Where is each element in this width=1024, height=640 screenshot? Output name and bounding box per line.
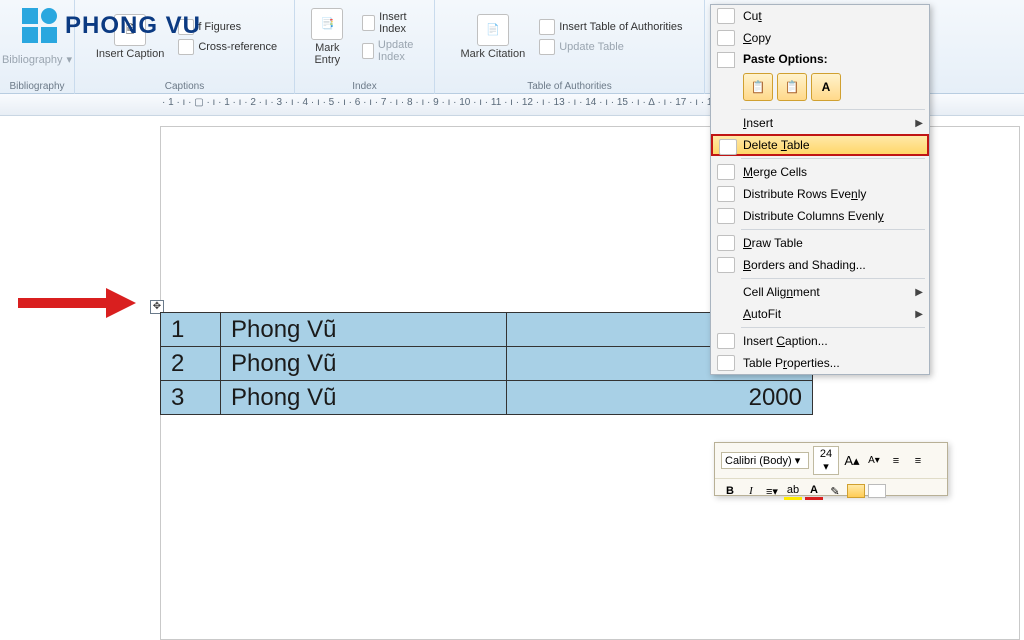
menu-cell-alignment[interactable]: Cell Alignment▶ [711,281,929,303]
menu-table-properties[interactable]: Table Properties... [711,352,929,374]
paste-option-1[interactable]: 📋 [743,73,773,101]
font-color-button[interactable]: A [805,482,823,500]
logo-icon [22,8,57,43]
font-selector[interactable]: Calibri (Body) ▾ [721,452,809,469]
menu-autofit[interactable]: AutoFit▶ [711,303,929,325]
paste-options-header: Paste Options: [711,49,929,69]
borders-icon [717,257,735,273]
group-label-captions: Captions [165,81,204,92]
update-index-icon [362,43,374,59]
update-table-button[interactable]: Update Table [537,38,684,56]
menu-distribute-cols[interactable]: Distribute Columns Evenly [711,205,929,227]
menu-copy[interactable]: Copy [711,27,929,49]
chevron-right-icon: ▶ [915,287,923,298]
italic-button[interactable]: I [742,482,760,500]
font-size-selector[interactable]: 24 ▾ [813,446,839,475]
align-button[interactable]: ≡▾ [763,482,781,500]
increase-indent-button[interactable]: ≡ [909,452,927,470]
pencil-icon [717,235,735,251]
group-label-toa: Table of Authorities [527,81,612,92]
paste-options: 📋 📋 A [711,69,929,107]
mark-citation-button[interactable]: 📄 Mark Citation [454,12,531,62]
paste-option-2[interactable]: 📋 [777,73,807,101]
update-index-button[interactable]: Update Index [360,38,428,64]
bold-button[interactable]: B [721,482,739,500]
logo-text: PHONG VU [65,12,201,40]
ruler-scale: · 1 · ı · ▢ · ı · 1 · ı · 2 · ı · 3 · ı … [162,97,730,108]
scissors-icon [717,8,735,24]
menu-draw-table[interactable]: Draw Table [711,232,929,254]
menu-delete-table[interactable]: Delete Table [711,134,929,156]
dist-cols-icon [717,208,735,224]
shrink-font-button[interactable]: A▾ [865,452,883,470]
group-label-bibliography: Bibliography [9,81,64,92]
update-table-icon [539,39,555,55]
shading-swatch[interactable] [847,484,865,498]
paste-option-3[interactable]: A [811,73,841,101]
menu-insert[interactable]: Insert▶ [711,112,929,134]
mini-toolbar: Calibri (Body) ▾ 24 ▾ A▴ A▾ ≡ ≡ B I ≡▾ a… [714,442,948,496]
toa-icon [539,19,555,35]
format-painter-button[interactable]: ✎ [826,482,844,500]
phong-vu-logo: PHONG VU [22,8,201,43]
highlight-button[interactable]: ab [784,482,802,500]
border-swatch[interactable] [868,484,886,498]
bibliography-button[interactable]: Bibliography ▾ [0,52,74,67]
properties-icon [717,355,735,371]
merge-icon [717,164,735,180]
caption-icon [717,333,735,349]
menu-cut[interactable]: Cut [711,5,929,27]
chevron-right-icon: ▶ [915,309,923,320]
context-menu: Cut Copy Paste Options: 📋 📋 A Insert▶ De… [710,4,930,375]
decrease-indent-button[interactable]: ≡ [887,452,905,470]
menu-merge-cells[interactable]: Merge Cells [711,161,929,183]
insert-toa-button[interactable]: Insert Table of Authorities [537,18,684,36]
menu-distribute-rows[interactable]: Distribute Rows Evenly [711,183,929,205]
group-label-index: Index [352,81,376,92]
grow-font-button[interactable]: A▴ [843,452,861,470]
table-row: 3Phong Vũ2000 [161,381,813,415]
copy-icon [717,30,735,46]
menu-borders-shading[interactable]: Borders and Shading... [711,254,929,276]
chevron-right-icon: ▶ [915,118,923,129]
mark-entry-button[interactable]: 📑 Mark Entry [301,6,354,68]
dist-rows-icon [717,186,735,202]
insert-index-icon [362,15,375,31]
mark-citation-icon: 📄 [477,14,509,46]
insert-index-button[interactable]: Insert Index [360,10,428,36]
delete-table-icon [719,139,737,155]
clipboard-icon [717,52,735,68]
mark-entry-icon: 📑 [311,8,343,40]
annotation-arrow [18,292,138,314]
menu-insert-caption[interactable]: Insert Caption... [711,330,929,352]
